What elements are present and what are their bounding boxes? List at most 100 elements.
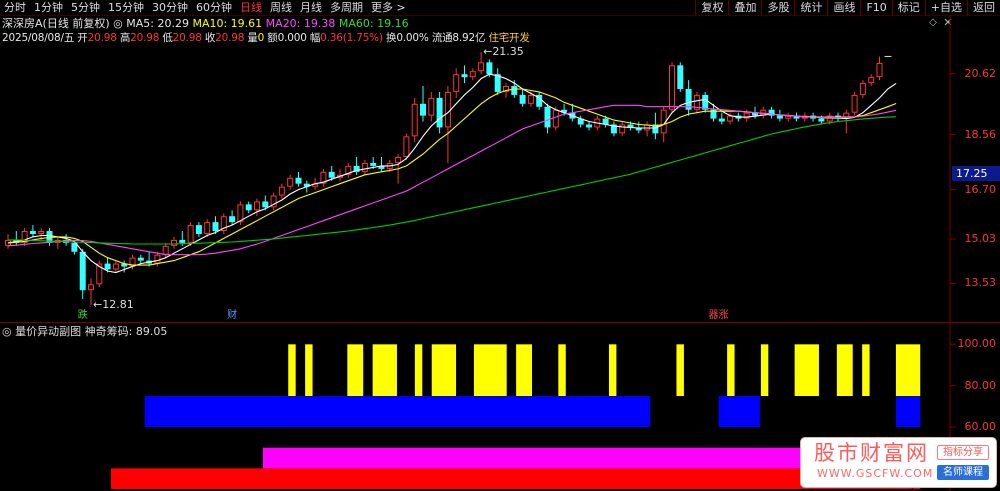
yellow-band-bar	[414, 344, 423, 396]
candle	[644, 121, 651, 137]
candle	[876, 56, 883, 81]
sub-chart-settings-icon[interactable]: ◎	[2, 325, 12, 338]
watermark-logo: 股市财富网 WWW.GSCFW.COM 指标分享 名师课程	[800, 437, 997, 488]
candle-body	[171, 239, 177, 246]
candle-body	[370, 162, 377, 166]
candle	[843, 109, 850, 134]
candle	[162, 242, 169, 258]
current-price-tag: 17.25	[952, 166, 1000, 182]
candle-body	[187, 225, 194, 243]
yellow-band-bar	[895, 344, 921, 396]
candle-body	[403, 136, 410, 158]
event-badge-fall[interactable]: 跌	[77, 310, 89, 321]
candle-body	[478, 62, 485, 72]
candle	[718, 112, 725, 125]
candle	[254, 198, 260, 217]
candle-body	[785, 115, 792, 119]
candle-body	[776, 115, 783, 119]
ma-layer	[7, 55, 897, 274]
candle	[685, 80, 692, 116]
event-badge-rise[interactable]: 器涨	[708, 310, 730, 321]
red-band-bar	[111, 468, 912, 489]
watermark-tag-courses: 名师课程	[937, 465, 989, 480]
yellow-band-bar	[473, 344, 507, 396]
yellow-band-bar	[372, 344, 397, 396]
blue-band-bar	[718, 396, 760, 427]
candle-body	[29, 231, 36, 234]
candle	[586, 121, 592, 131]
candle-body	[38, 231, 45, 234]
candle-body	[876, 62, 883, 78]
candle-body	[112, 263, 119, 270]
ma-line-ma20	[7, 104, 897, 256]
candle-body	[461, 74, 468, 78]
low-marker: ←12.81	[93, 298, 134, 311]
candle	[677, 62, 684, 92]
sub-chart-layer	[111, 344, 921, 489]
yellow-band-bar	[836, 344, 853, 396]
yellow-band-bar	[794, 344, 819, 396]
candle	[345, 162, 352, 178]
sub-tick-label: 100.00	[957, 337, 997, 351]
candle	[610, 121, 617, 137]
candle-body	[245, 204, 252, 211]
candle-body	[818, 118, 825, 122]
candle-body	[420, 103, 426, 116]
candle-body	[328, 171, 335, 178]
candle	[29, 225, 36, 237]
candle-body	[79, 251, 86, 291]
candle	[137, 254, 144, 264]
sub-tick-label: 60.00	[964, 420, 997, 433]
candle	[544, 103, 551, 134]
sub-tick-label: 80.00	[964, 378, 997, 392]
candle	[851, 91, 858, 116]
candle	[453, 68, 460, 98]
yellow-band-bar	[288, 344, 296, 396]
candle	[693, 91, 700, 113]
candle	[5, 233, 11, 249]
candle	[461, 65, 468, 84]
candle-body	[436, 97, 443, 128]
candle-body	[519, 94, 526, 104]
candle	[54, 236, 61, 249]
ma-line-ma60	[8, 116, 897, 245]
candle	[378, 157, 385, 172]
candle-body	[486, 62, 493, 75]
candle	[859, 80, 866, 98]
candle	[428, 91, 435, 122]
candle	[793, 112, 800, 122]
candle	[320, 168, 327, 187]
candle-body	[254, 201, 260, 211]
candle	[768, 106, 775, 119]
candle-body	[428, 97, 435, 116]
event-badge-finance[interactable]: 财	[226, 310, 238, 321]
yellow-band-bar	[516, 344, 532, 396]
candle	[411, 97, 418, 143]
price-tick-label: 20.62	[964, 66, 997, 80]
yellow-band-bar	[676, 344, 684, 396]
candle	[337, 168, 343, 181]
watermark-url: WWW.GSCFW.COM	[817, 467, 934, 480]
ma-line-ma5	[7, 73, 897, 274]
candlestick-chart[interactable]	[0, 0, 1000, 491]
candle-body	[868, 77, 875, 84]
candle-body	[444, 91, 451, 128]
candle-body	[88, 284, 94, 291]
candle-body	[544, 106, 551, 128]
candle-body	[278, 186, 285, 196]
candle-body	[179, 239, 186, 243]
candle	[21, 228, 28, 246]
candle	[295, 171, 302, 187]
yellow-band-bar	[760, 344, 769, 396]
candle-body	[586, 124, 592, 128]
candle-body	[361, 162, 368, 172]
sub-chart-title[interactable]: 量价异动副图	[15, 325, 81, 338]
candle-body	[851, 94, 858, 113]
candle-body	[195, 225, 202, 234]
candle	[195, 222, 202, 237]
yellow-band-bar	[347, 344, 364, 396]
candle	[785, 112, 792, 122]
candle-body	[229, 216, 236, 223]
watermark-tag-indicators: 指标分享	[937, 445, 989, 460]
candle	[63, 233, 70, 246]
